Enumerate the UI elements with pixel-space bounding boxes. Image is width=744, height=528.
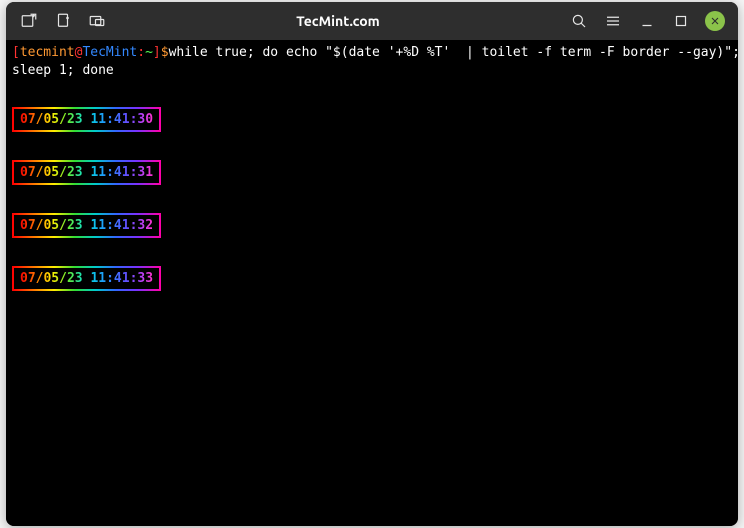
shell-prompt: [tecmint@TecMint:~]$ bbox=[12, 45, 169, 60]
clock-output: 07/05/23 11:41:33 bbox=[12, 266, 161, 292]
command-text: while true; do echo "$(date '+%D %T' | t… bbox=[169, 45, 738, 60]
maximize-button[interactable] bbox=[666, 6, 696, 36]
clock-output: 07/05/23 11:41:32 bbox=[12, 213, 161, 239]
overview-button[interactable] bbox=[82, 6, 112, 36]
new-tab-button[interactable] bbox=[14, 6, 44, 36]
titlebar: TecMint.com bbox=[6, 2, 738, 40]
command-text-cont: sleep 1; done bbox=[12, 63, 114, 78]
close-icon bbox=[705, 11, 725, 31]
close-button[interactable] bbox=[700, 6, 730, 36]
search-button[interactable] bbox=[564, 6, 594, 36]
menu-button[interactable] bbox=[598, 6, 628, 36]
window-title: TecMint.com bbox=[116, 13, 560, 29]
new-window-button[interactable] bbox=[48, 6, 78, 36]
clock-output: 07/05/23 11:41:31 bbox=[12, 160, 161, 186]
clock-output: 07/05/23 11:41:30 bbox=[12, 107, 161, 133]
terminal-body[interactable]: [tecmint@TecMint:~]$while true; do echo … bbox=[6, 40, 738, 526]
terminal-window: TecMint.com [tecmint@TecMint:~]$while tr… bbox=[6, 2, 738, 526]
minimize-button[interactable] bbox=[632, 6, 662, 36]
